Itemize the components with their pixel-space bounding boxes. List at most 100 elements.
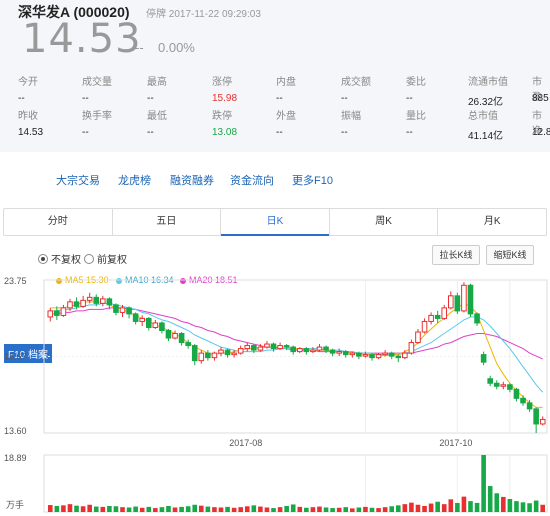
zoom-out-kline-button[interactable]: 缩短K线 [486,245,534,265]
tab-intraday[interactable]: 分时 [4,209,113,235]
volume-bar [369,507,375,512]
candle-body [454,295,461,312]
volume-bar [225,506,230,512]
volume-bar [343,507,349,512]
quote-value: -- [82,127,89,138]
quote-label: 内盘 [276,77,296,88]
quote-value: -- [147,127,154,138]
candle-body [467,284,474,315]
candle-body [493,382,500,387]
quote-label: 委比 [406,77,426,88]
volume-bar [251,505,257,512]
candle-body [507,384,513,390]
volume-bar [514,501,519,512]
nav-link-more-f10[interactable]: 更多F10 [292,172,333,188]
quote-value: -- [406,127,413,138]
tab-weekly-k[interactable]: 周K [330,209,439,235]
date-tick-label: 2017-08 [229,438,262,448]
quote-cell: 外盘 -- [276,107,296,138]
quote-cell: 今开 -- [18,73,38,104]
candle-body [159,322,165,331]
volume-bar [382,507,388,512]
radio-forward-adjust[interactable]: 前复权 [84,251,127,266]
quote-value: 14.53 [18,127,44,138]
price-change-percent: 0.00% [158,40,195,55]
trade-status: 停牌 2017-11-22 09:29:03 [146,9,261,20]
nav-link-money-flow[interactable]: 资金流向 [230,172,274,188]
tab-five-day[interactable]: 五日 [113,209,222,235]
volume-bar [448,499,454,512]
volume-max-label: 18.89 [4,453,27,463]
candle-body [172,333,178,339]
quote-cell: 涨停 15.98 [212,73,237,104]
volume-bar [461,496,467,512]
quote-label: 流通市值 [468,77,508,88]
candle-body [218,349,224,354]
quote-cell: 昨收 14.53 [18,107,43,138]
kline-chart[interactable]: 23.7518.6713.602017-082017-102017-1118.8… [0,268,550,516]
candle-body [119,307,126,313]
candle-body [80,299,86,307]
volume-bar [120,507,125,512]
candle-body [487,378,493,384]
volume-bar [80,506,86,512]
volume-bar [54,505,60,512]
candle-body [211,352,218,359]
quote-label: 市盈 [532,77,542,103]
nav-link-dragon-tiger[interactable]: 龙虎榜 [118,172,151,188]
radio-unselected-icon [84,253,94,264]
nav-link-margin-trading[interactable]: 融资融券 [170,172,214,188]
tab-daily-k[interactable]: 日K [221,209,330,236]
candle-body [54,310,60,316]
quote-cell: 跌停 13.08 [212,107,237,138]
quote-label: 昨收 [18,111,38,122]
candle-body [539,418,546,425]
quote-value: 15.98 [212,93,238,104]
radio-no-adjust[interactable]: 不复权 [38,251,81,266]
tab-monthly-k[interactable]: 月K [438,209,546,235]
volume-bar [474,502,480,512]
candle-body [132,313,139,322]
candle-body [369,354,375,359]
volume-bar [415,504,421,512]
quote-cell: 委比 -- [406,73,426,104]
volume-bar [159,507,165,512]
candle-body [461,284,467,312]
quote-value: -- [276,93,283,104]
candle-body [152,322,159,328]
quote-cell: 成交量 -- [82,73,112,104]
date-tick-label: 2017-10 [439,438,472,448]
candle-body [428,314,434,322]
candle-body [106,298,113,306]
price-tick-label: 13.60 [4,426,27,436]
volume-bar [244,506,250,512]
quote-label: 最低 [147,111,167,122]
candle-body [349,352,356,356]
volume-bar [218,507,224,512]
candle-body [434,314,441,319]
volume-bar [61,505,66,512]
volume-bar [494,493,500,512]
candle-body [323,346,329,351]
quote-cell: 市净 12.8 [532,107,550,138]
quote-cell: 换手率 -- [82,107,112,138]
zoom-in-kline-button[interactable]: 拉长K线 [432,245,480,265]
candle-body [375,354,382,359]
volume-bar [258,506,263,512]
current-price: 14.53 [22,16,142,62]
volume-bar [395,505,401,512]
radio-label: 不复权 [51,255,81,266]
candle-body [526,402,533,410]
volume-bar [179,506,184,512]
volume-bar [317,506,322,512]
volume-bar [428,503,434,512]
candle-body [395,355,402,359]
volume-bar [376,508,381,512]
nav-link-block-trade[interactable]: 大宗交易 [56,172,100,188]
quote-label: 涨停 [212,77,232,88]
volume-bar [336,507,342,512]
candle-body [533,408,539,425]
candle-body [336,351,342,354]
volume-bar [126,507,132,512]
volume-bar [271,508,276,512]
